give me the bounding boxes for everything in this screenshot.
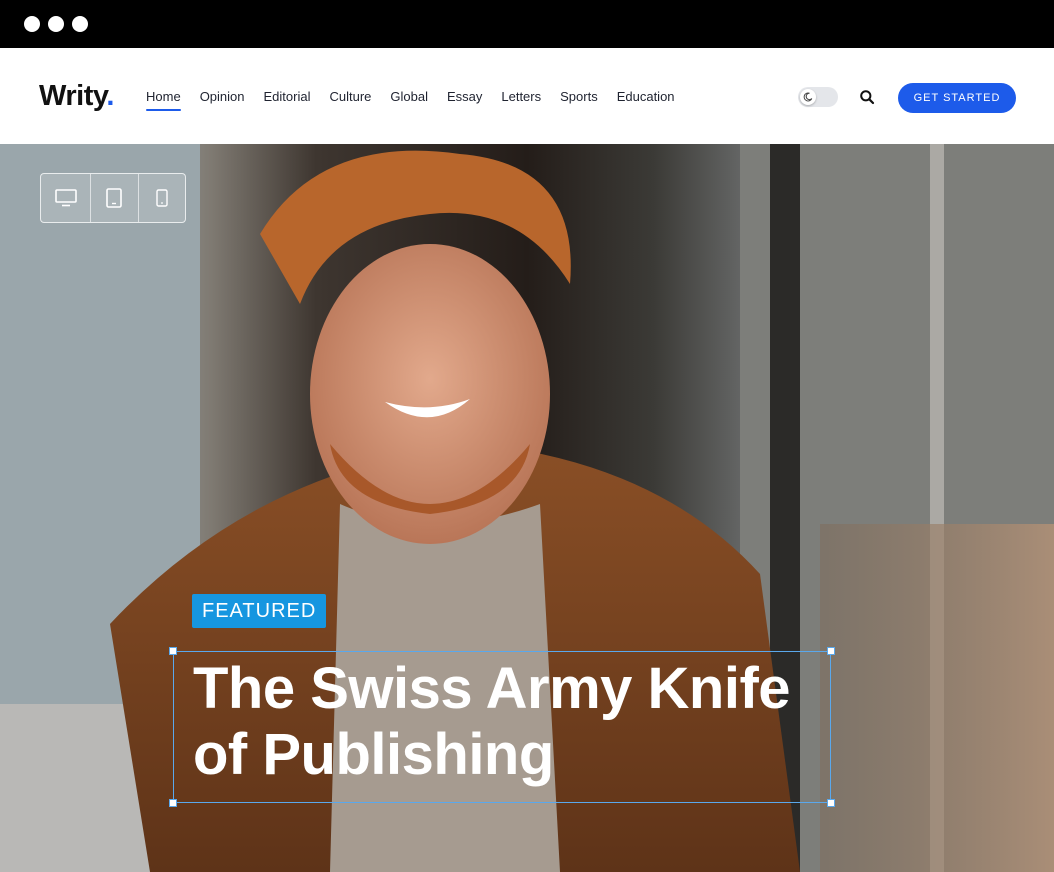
device-switcher: [40, 173, 186, 223]
window-dot[interactable]: [48, 16, 64, 32]
nav-item-home[interactable]: Home: [146, 88, 181, 111]
mobile-view-button[interactable]: [139, 174, 186, 222]
nav-item-culture[interactable]: Culture: [329, 88, 371, 106]
nav-item-opinion[interactable]: Opinion: [200, 88, 245, 106]
browser-titlebar: [0, 0, 1054, 48]
nav-item-education[interactable]: Education: [617, 88, 675, 106]
hero-title-line-2: of Publishing: [193, 722, 554, 787]
hero-title[interactable]: The Swiss Army Knife of Publishing: [193, 656, 833, 788]
nav-item-essay[interactable]: Essay: [447, 88, 482, 106]
search-icon[interactable]: [859, 89, 875, 105]
nav-item-editorial[interactable]: Editorial: [264, 88, 311, 106]
nav-item-letters[interactable]: Letters: [501, 88, 541, 106]
get-started-button[interactable]: GET STARTED: [898, 83, 1016, 113]
featured-badge[interactable]: FEATURED: [192, 594, 327, 628]
site-header: Writy. Home Opinion Editorial Culture Gl…: [0, 48, 1054, 144]
logo-dot: .: [106, 80, 114, 112]
resize-handle[interactable]: [827, 799, 835, 807]
window-dot[interactable]: [24, 16, 40, 32]
resize-handle[interactable]: [169, 647, 177, 655]
logo-text: Writy: [39, 80, 107, 112]
moon-icon: [800, 89, 816, 105]
theme-toggle[interactable]: [798, 87, 838, 107]
logo[interactable]: Writy.: [39, 79, 114, 113]
nav-item-global[interactable]: Global: [390, 88, 428, 106]
resize-handle[interactable]: [169, 799, 177, 807]
hero-title-line-1: The Swiss Army Knife: [193, 656, 791, 721]
window-dot[interactable]: [72, 16, 88, 32]
tablet-icon: [106, 188, 123, 208]
mobile-icon: [156, 189, 168, 207]
desktop-icon: [54, 189, 77, 207]
main-nav: Home Opinion Editorial Culture Global Es…: [146, 88, 694, 111]
title-selection-box[interactable]: The Swiss Army Knife of Publishing: [169, 647, 835, 807]
desktop-view-button[interactable]: [41, 174, 91, 222]
resize-handle[interactable]: [827, 647, 835, 655]
hero-section: FEATURED The Swiss Army Knife of Publish…: [0, 144, 1054, 872]
nav-item-sports[interactable]: Sports: [560, 88, 598, 106]
tablet-view-button[interactable]: [91, 174, 139, 222]
